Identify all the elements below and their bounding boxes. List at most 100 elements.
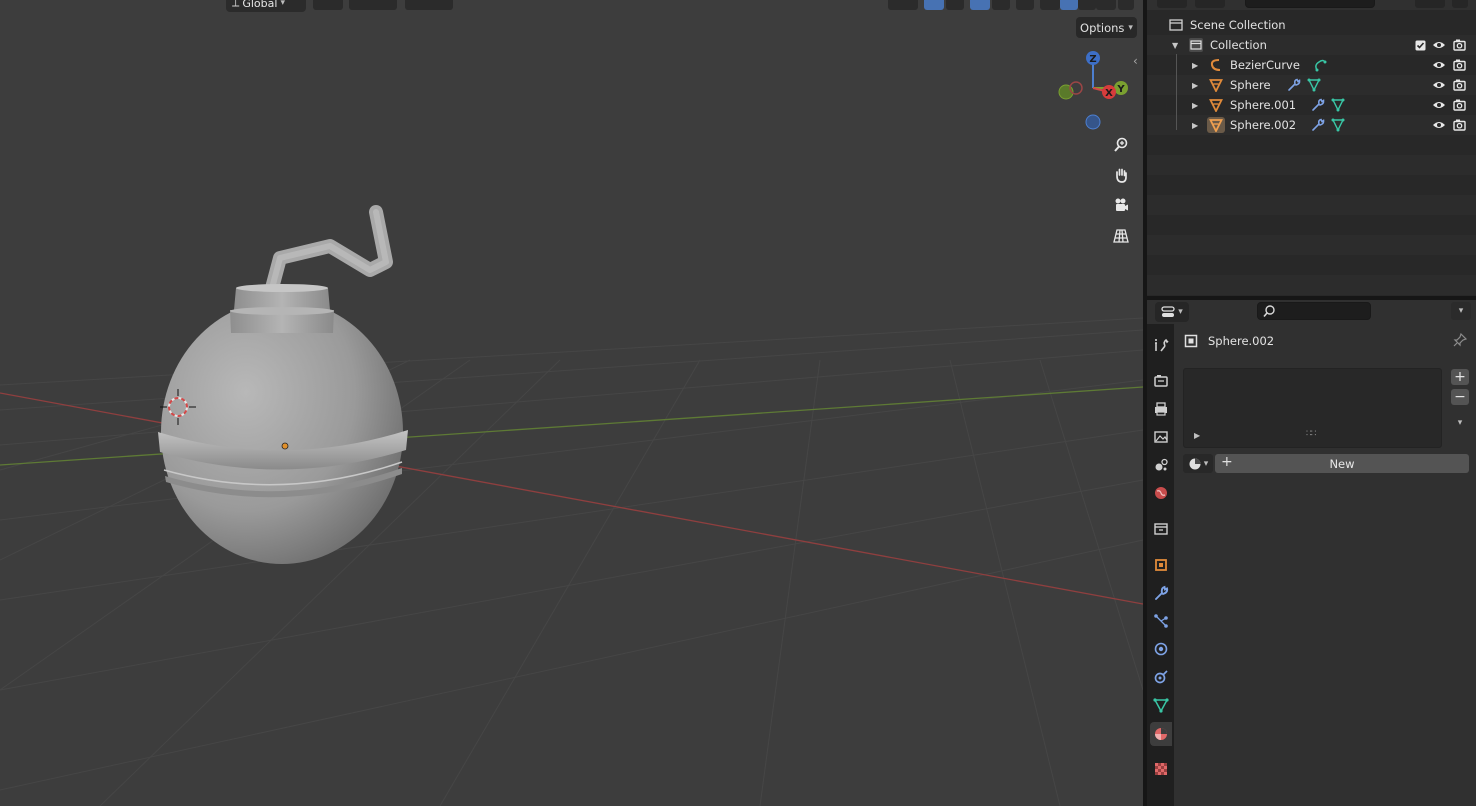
- expand-triangle-icon[interactable]: ▶: [1192, 121, 1198, 130]
- snapping-dropdown[interactable]: [349, 0, 397, 10]
- outliner-panel[interactable]: Scene Collection ▼ Collection ▶ BezierCu…: [1147, 0, 1476, 296]
- modifier-wrench-icon[interactable]: [1311, 118, 1325, 132]
- physics-orbit-icon: [1154, 642, 1168, 656]
- viewport-scene[interactable]: [0, 0, 1143, 806]
- solid-shading-button[interactable]: [1060, 0, 1078, 10]
- display-mode-dropdown[interactable]: [1195, 0, 1225, 8]
- new-collection-button[interactable]: [1452, 0, 1468, 8]
- tab-render[interactable]: [1152, 372, 1170, 390]
- z-axis-handle[interactable]: Z: [1086, 51, 1100, 65]
- modifier-wrench-icon[interactable]: [1287, 78, 1301, 92]
- curve-data-icon[interactable]: [1313, 58, 1327, 72]
- wireframe-shading-button[interactable]: [1040, 0, 1060, 10]
- sidebar-toggle-icon[interactable]: ‹: [1133, 54, 1138, 68]
- tab-constraints[interactable]: [1152, 668, 1170, 686]
- camera-render-icon[interactable]: [1452, 78, 1466, 92]
- show-overlays-button[interactable]: [970, 0, 990, 10]
- y-axis-handle[interactable]: Y: [1114, 81, 1128, 95]
- outliner-row-sphere-001[interactable]: ▶ Sphere.001: [1147, 95, 1476, 115]
- pan-button[interactable]: [1109, 163, 1133, 187]
- eye-visibility-icon[interactable]: [1432, 78, 1446, 92]
- zoom-button[interactable]: [1109, 133, 1133, 157]
- expand-triangle-icon[interactable]: ▶: [1192, 61, 1198, 70]
- expand-triangle-icon[interactable]: ▶: [1192, 81, 1198, 90]
- tab-world[interactable]: [1152, 484, 1170, 502]
- properties-search-input[interactable]: [1257, 302, 1371, 320]
- gizmo-dropdown[interactable]: [946, 0, 964, 10]
- mesh-data-icon[interactable]: [1307, 78, 1321, 92]
- properties-panel[interactable]: ▾ ▾ Sphere.002 ▶ ∷∷ + − ▾ ▾ + New: [1147, 300, 1476, 806]
- proportional-editing-button[interactable]: [405, 0, 453, 10]
- tab-tool[interactable]: [1152, 336, 1170, 354]
- empty-row: [1147, 275, 1476, 295]
- filter-dropdown[interactable]: [1415, 0, 1445, 8]
- tab-modifiers[interactable]: [1152, 584, 1170, 602]
- editor-type-dropdown[interactable]: [1157, 0, 1187, 8]
- material-preview-button[interactable]: [1078, 0, 1096, 10]
- x-axis-handle[interactable]: X: [1102, 85, 1116, 99]
- material-specials-dropdown[interactable]: ▾: [1451, 415, 1469, 431]
- 3d-viewport[interactable]: ⟂ Global ▾ Options ▾ ‹ Z Y X: [0, 0, 1143, 806]
- tab-material[interactable]: [1150, 722, 1172, 746]
- tab-scene[interactable]: [1152, 456, 1170, 474]
- object-context-icon: [1184, 334, 1198, 348]
- remove-material-slot-button[interactable]: −: [1451, 389, 1469, 405]
- outliner-search-input[interactable]: [1245, 0, 1375, 8]
- expand-triangle-icon[interactable]: ▼: [1172, 41, 1178, 50]
- new-material-button[interactable]: + New: [1215, 454, 1469, 473]
- outliner-row-beziercurve[interactable]: ▶ BezierCurve: [1147, 55, 1476, 75]
- add-material-slot-button[interactable]: +: [1451, 369, 1469, 385]
- xray-toggle-button[interactable]: [1016, 0, 1034, 10]
- checkbox-enabled-icon[interactable]: [1413, 38, 1427, 52]
- list-resize-grip-icon[interactable]: ∷∷: [1306, 429, 1317, 439]
- zoom-icon: [1114, 137, 1128, 152]
- outliner-row-sphere[interactable]: ▶ Sphere: [1147, 75, 1476, 95]
- eye-visibility-icon[interactable]: [1432, 38, 1446, 52]
- navigation-gizmo[interactable]: Z Y X: [1052, 48, 1132, 132]
- outliner-row-sphere-002[interactable]: ▶ Sphere.002: [1147, 115, 1476, 135]
- transform-orientation-dropdown[interactable]: ⟂ Global ▾: [226, 0, 306, 12]
- tool-icon: [1155, 338, 1169, 352]
- camera-render-icon[interactable]: [1452, 118, 1466, 132]
- eye-visibility-icon[interactable]: [1432, 58, 1446, 72]
- mesh-data-icon[interactable]: [1331, 98, 1345, 112]
- shading-options-dropdown[interactable]: [1118, 0, 1134, 10]
- tab-physics[interactable]: [1152, 640, 1170, 658]
- material-slots-list[interactable]: ▶ ∷∷: [1183, 368, 1442, 448]
- rendered-shading-button[interactable]: [1096, 0, 1116, 10]
- pivot-point-dropdown[interactable]: [313, 0, 343, 10]
- options-dropdown[interactable]: ▾: [1451, 302, 1471, 320]
- bomb-model[interactable]: [158, 205, 408, 564]
- expand-triangle-icon[interactable]: ▶: [1194, 431, 1200, 440]
- overlays-dropdown[interactable]: [992, 0, 1010, 10]
- collection-box-icon: [1154, 523, 1168, 535]
- tab-object[interactable]: [1152, 556, 1170, 574]
- select-mode-dropdown[interactable]: [888, 0, 918, 10]
- show-gizmo-button[interactable]: [924, 0, 944, 10]
- tab-particles[interactable]: [1152, 612, 1170, 630]
- expand-triangle-icon[interactable]: ▶: [1192, 101, 1198, 110]
- tab-collection[interactable]: [1152, 520, 1170, 538]
- eye-visibility-icon[interactable]: [1432, 98, 1446, 112]
- mesh-data-icon[interactable]: [1331, 118, 1345, 132]
- options-dropdown[interactable]: Options ▾: [1076, 17, 1137, 38]
- tab-data[interactable]: [1152, 696, 1170, 714]
- pin-icon[interactable]: [1453, 332, 1468, 347]
- modifier-wrench-icon[interactable]: [1311, 98, 1325, 112]
- chevron-down-icon: ▾: [1128, 22, 1133, 33]
- outliner-row-scene-collection[interactable]: Scene Collection: [1147, 15, 1476, 35]
- camera-render-icon[interactable]: [1452, 98, 1466, 112]
- tab-view-layer[interactable]: [1152, 428, 1170, 446]
- tab-output[interactable]: [1152, 400, 1170, 418]
- tab-texture[interactable]: [1152, 760, 1170, 778]
- outliner-item-label: Sphere.001: [1230, 98, 1297, 112]
- constraint-icon: [1154, 670, 1168, 684]
- perspective-toggle-button[interactable]: [1109, 224, 1133, 248]
- editor-type-dropdown[interactable]: ▾: [1155, 302, 1189, 322]
- camera-render-icon[interactable]: [1452, 38, 1466, 52]
- outliner-row-collection[interactable]: ▼ Collection: [1147, 35, 1476, 55]
- camera-view-button[interactable]: [1109, 193, 1133, 217]
- browse-material-dropdown[interactable]: ▾: [1183, 454, 1213, 473]
- camera-render-icon[interactable]: [1452, 58, 1466, 72]
- eye-visibility-icon[interactable]: [1432, 118, 1446, 132]
